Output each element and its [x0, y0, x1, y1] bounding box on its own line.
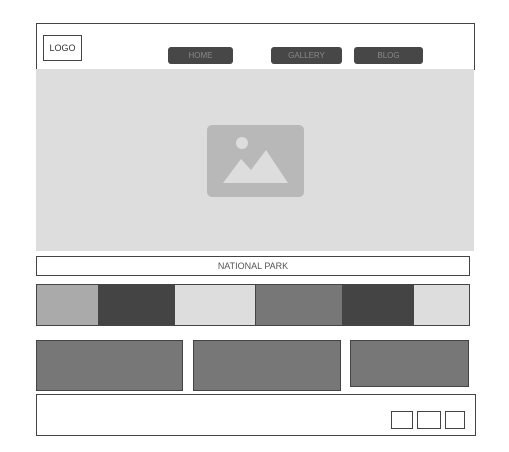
logo[interactable]: LOGO: [43, 35, 82, 61]
strip-block: [342, 285, 414, 325]
footer-button[interactable]: [391, 411, 413, 429]
image-placeholder-icon: [207, 125, 304, 197]
content-card[interactable]: [350, 340, 469, 387]
nav-blog-button[interactable]: BLOG: [354, 47, 423, 64]
color-strip: [36, 284, 470, 326]
strip-block: [175, 285, 256, 325]
content-card[interactable]: [36, 340, 183, 391]
footer-button[interactable]: [445, 411, 465, 429]
strip-block: [414, 285, 469, 325]
strip-block: [98, 285, 175, 325]
strip-block: [37, 285, 98, 325]
nav-home-button[interactable]: HOME: [168, 47, 233, 64]
footer-button[interactable]: [417, 411, 441, 429]
section-title: NATIONAL PARK: [36, 256, 470, 276]
nav-gallery-button[interactable]: GALLERY: [271, 47, 342, 64]
strip-block: [256, 285, 342, 325]
content-card[interactable]: [193, 340, 341, 391]
